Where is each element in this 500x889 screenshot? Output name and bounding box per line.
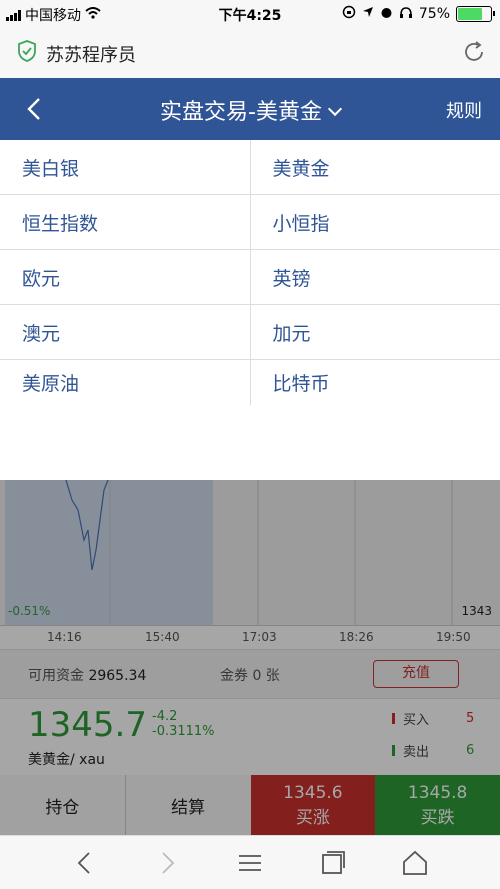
back-nav-icon[interactable]: [70, 848, 100, 878]
product-selector[interactable]: 实盘交易-美黄金: [0, 94, 500, 126]
shield-icon: [18, 40, 36, 62]
browser-bar: 苏苏程序员: [0, 28, 500, 78]
menu-item-pound[interactable]: 英镑: [251, 250, 500, 304]
battery-icon: [456, 6, 495, 22]
product-menu: 美白银 美黄金 恒生指数 小恒指 欧元 英镑 澳元 加元 美原油 比特币: [0, 140, 500, 480]
forward-nav-icon[interactable]: [152, 848, 182, 878]
menu-item-cad[interactable]: 加元: [251, 305, 500, 359]
chevron-down-icon: [327, 101, 343, 117]
lock-rotation-icon: [342, 5, 356, 23]
tabs-icon[interactable]: [318, 848, 348, 878]
nav-bar: 实盘交易-美黄金 规则: [0, 78, 500, 140]
menu-item-crude-oil[interactable]: 美原油: [0, 360, 251, 405]
page-title: 苏苏程序员: [46, 45, 136, 66]
modal-overlay[interactable]: [0, 480, 500, 835]
menu-row: 美原油 比特币: [0, 360, 500, 405]
menu-row: 欧元 英镑: [0, 250, 500, 305]
headphones-icon: [399, 6, 413, 23]
menu-item-aud[interactable]: 澳元: [0, 305, 251, 359]
menu-row: 美白银 美黄金: [0, 140, 500, 195]
menu-item-us-gold[interactable]: 美黄金: [251, 140, 500, 194]
nav-title: 实盘交易-美黄金: [160, 100, 322, 125]
reload-icon[interactable]: [462, 40, 486, 64]
menu-item-us-silver[interactable]: 美白银: [0, 140, 251, 194]
menu-item-bitcoin[interactable]: 比特币: [251, 360, 500, 405]
menu-icon[interactable]: [235, 848, 265, 878]
rules-link[interactable]: 规则: [446, 97, 482, 123]
alarm-icon: [380, 6, 393, 23]
battery-percent: 75%: [418, 6, 450, 22]
menu-row: 澳元 加元: [0, 305, 500, 360]
menu-item-hang-seng[interactable]: 恒生指数: [0, 195, 251, 249]
home-icon[interactable]: [400, 848, 430, 878]
menu-item-mini-hang-seng[interactable]: 小恒指: [251, 195, 500, 249]
menu-row: 恒生指数 小恒指: [0, 195, 500, 250]
location-icon: [362, 6, 374, 22]
browser-toolbar: [0, 835, 500, 889]
menu-item-euro[interactable]: 欧元: [0, 250, 251, 304]
status-bar: 中国移动 下午4:25 75%: [0, 0, 500, 28]
